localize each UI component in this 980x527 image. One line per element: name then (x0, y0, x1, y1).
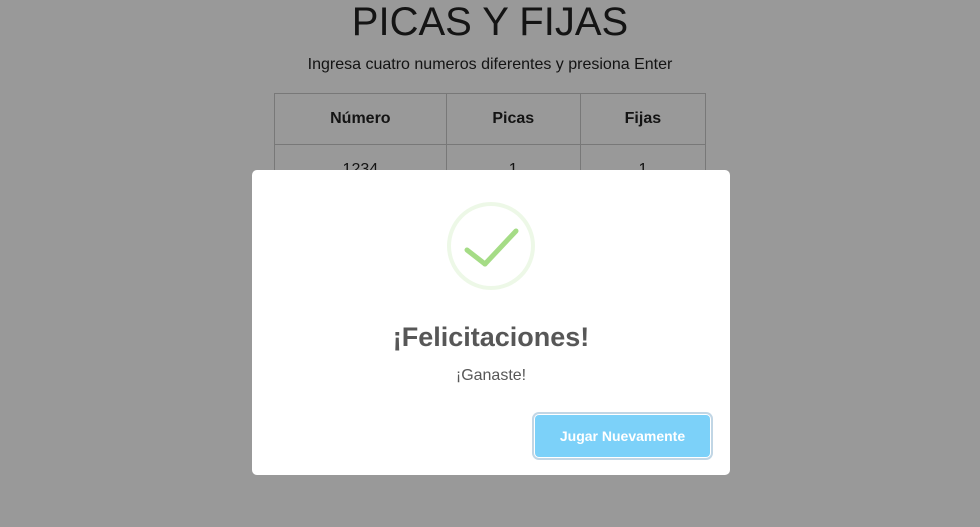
play-again-button[interactable]: Jugar Nuevamente (535, 415, 710, 457)
modal-title: ¡Felicitaciones! (392, 322, 590, 352)
modal-text: ¡Ganaste! (455, 367, 527, 384)
success-check-icon (447, 202, 535, 290)
success-modal: ¡Felicitaciones! ¡Ganaste! Jugar Nuevame… (252, 170, 730, 475)
